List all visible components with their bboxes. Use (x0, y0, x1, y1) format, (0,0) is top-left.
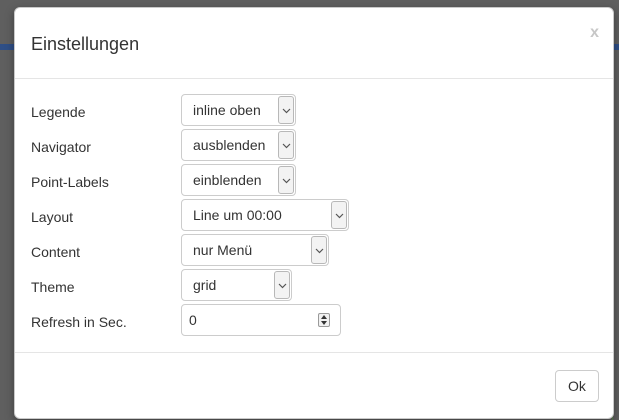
select-value: ausblenden (193, 137, 266, 153)
content-select[interactable]: nur Menü (181, 234, 329, 266)
point-labels-select[interactable]: einblenden (181, 164, 296, 196)
dropdown-arrow[interactable] (278, 166, 294, 194)
select-value: Line um 00:00 (193, 207, 282, 223)
dropdown-arrow[interactable] (331, 201, 347, 229)
select-value: einblenden (193, 172, 262, 188)
dialog-title: Einstellungen (31, 34, 140, 54)
layout-select[interactable]: Line um 00:00 (181, 199, 349, 231)
chevron-down-icon (335, 213, 344, 219)
chevron-down-icon (282, 178, 291, 184)
dropdown-arrow[interactable] (274, 271, 290, 299)
setting-label: Navigator (31, 139, 91, 155)
setting-label: Content (31, 244, 81, 260)
dialog-header: Einstellungen x (15, 8, 613, 79)
select-value: grid (193, 277, 217, 293)
settings-dialog: Einstellungen x Legende inline oben Navi… (14, 7, 614, 419)
dialog-footer: Ok (15, 352, 613, 418)
legende-select[interactable]: inline oben (181, 94, 296, 126)
dropdown-arrow[interactable] (278, 131, 294, 159)
dropdown-arrow[interactable] (311, 236, 327, 264)
caret-up-icon (321, 315, 327, 319)
setting-label: Legende (31, 104, 86, 120)
setting-label: Theme (31, 279, 75, 295)
setting-label: Layout (31, 209, 74, 225)
spinner[interactable] (318, 313, 330, 327)
setting-label: Point-Labels (31, 174, 109, 190)
chevron-down-icon (278, 283, 287, 289)
chevron-down-icon (282, 108, 291, 114)
select-value: nur Menü (193, 242, 253, 258)
chevron-down-icon (282, 143, 291, 149)
navigator-select[interactable]: ausblenden (181, 129, 296, 161)
theme-select[interactable]: grid (181, 269, 292, 301)
select-value: inline oben (193, 102, 261, 118)
dropdown-arrow[interactable] (278, 96, 294, 124)
caret-down-icon (321, 321, 327, 325)
ok-button[interactable]: Ok (555, 370, 599, 402)
close-button[interactable]: x (590, 24, 599, 42)
spinner-down[interactable] (319, 320, 329, 326)
number-value: 0 (189, 312, 197, 328)
chevron-down-icon (315, 248, 324, 254)
refresh-number-input[interactable]: 0 (181, 304, 341, 336)
setting-label: Refresh in Sec. (31, 314, 127, 330)
